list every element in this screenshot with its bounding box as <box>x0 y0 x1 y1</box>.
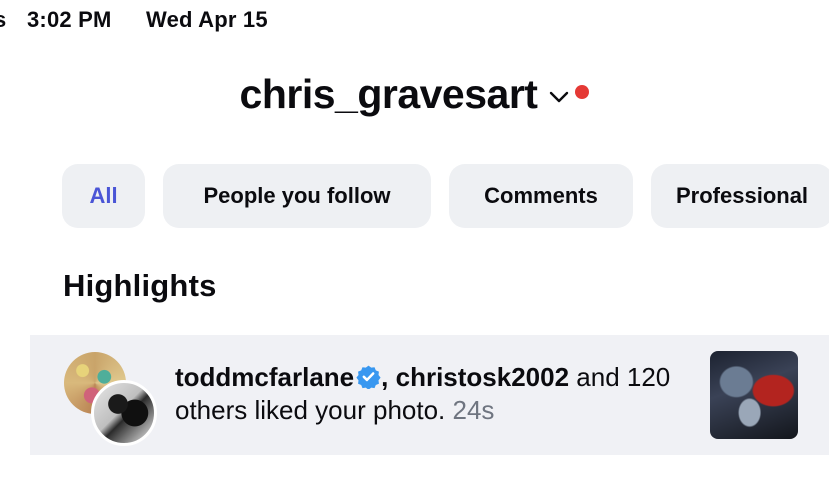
avatar-stack[interactable] <box>64 352 157 446</box>
notification-timestamp: 24s <box>445 395 495 425</box>
account-switcher[interactable]: chris_gravesart <box>0 64 829 124</box>
username-link[interactable]: toddmcfarlane <box>175 362 354 392</box>
section-title-highlights: Highlights <box>63 268 217 303</box>
verified-badge-icon <box>356 365 381 389</box>
account-name[interactable]: chris_gravesart <box>240 73 538 115</box>
filter-chips: All People you follow Comments Professio… <box>62 164 829 228</box>
filter-chip-people-you-follow[interactable]: People you follow <box>163 164 431 228</box>
chevron-down-icon[interactable] <box>547 87 571 107</box>
notification-row[interactable]: toddmcfarlane , christosk2002 and 120 ot… <box>30 335 829 455</box>
filter-chip-comments[interactable]: Comments <box>449 164 633 228</box>
activity-page: s 3:02 PM Wed Apr 15 chris_gravesart All… <box>0 0 829 478</box>
filter-chip-professional[interactable]: Professional <box>651 164 829 228</box>
avatar[interactable] <box>91 380 157 446</box>
notification-dot-icon <box>575 85 590 99</box>
filter-chip-all[interactable]: All <box>62 164 145 228</box>
status-date: Wed Apr 15 <box>146 7 268 32</box>
notification-text: toddmcfarlane , christosk2002 and 120 ot… <box>175 361 695 427</box>
separator-text: , <box>381 362 396 392</box>
status-time: 3:02 PM <box>27 7 112 32</box>
status-bar: s 3:02 PM Wed Apr 15 <box>0 0 829 40</box>
status-bar-partial-text: s <box>0 7 7 32</box>
post-thumbnail[interactable] <box>710 351 798 439</box>
username-link[interactable]: christosk2002 <box>396 362 569 392</box>
